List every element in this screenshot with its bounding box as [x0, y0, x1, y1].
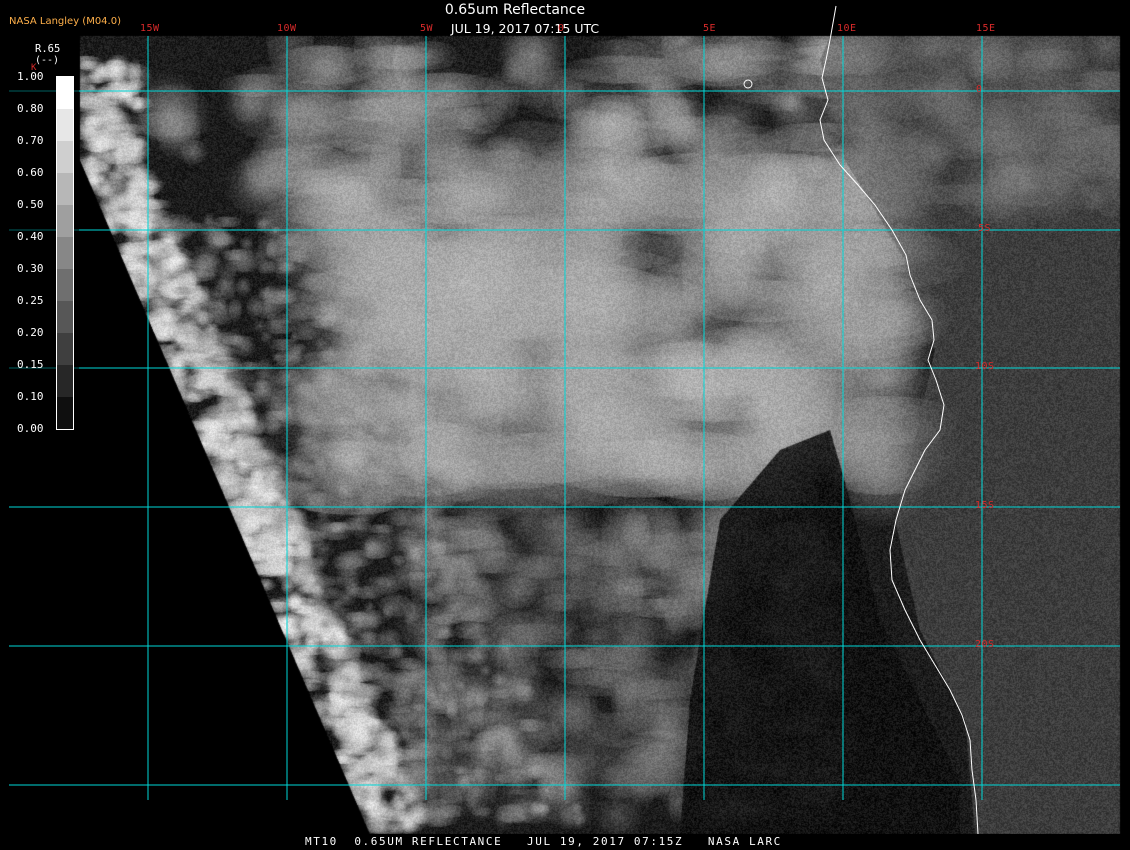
lon-label-0: 0	[558, 23, 565, 34]
colorbar-tick: 0.80	[17, 102, 44, 115]
lon-label-15w: 15W	[140, 23, 160, 34]
footer-caption: MT10 0.65UM REFLECTANCE JUL 19, 2017 07:…	[305, 835, 782, 848]
coastline	[819, 5, 979, 835]
colorbar-tick: 0.25	[17, 294, 44, 307]
colorbar-tick: 0.00	[17, 422, 44, 435]
lat-label-5s: 5S	[978, 223, 992, 234]
lon-label-10w: 10W	[277, 23, 297, 34]
lon-label-10e: 10E	[837, 23, 857, 34]
lat-label-10s: 10S	[975, 361, 995, 372]
colorbar-tick: 0.60	[17, 166, 44, 179]
lat-label-20s: 20S	[975, 639, 995, 650]
colorbar-tick: 0.30	[17, 262, 44, 275]
island-outline	[743, 79, 753, 89]
colorbar-tick: 0.70	[17, 134, 44, 147]
colorbar-title: R.65	[35, 43, 61, 55]
colorbar-unit: (--)	[35, 55, 60, 66]
colorbar-tick: 0.10	[17, 390, 44, 403]
colorbar-tick: 1.00	[17, 70, 44, 83]
colorbar-tick: 0.50	[17, 198, 44, 211]
lat-label-0: 0	[976, 84, 983, 95]
colorbar-tick: 0.20	[17, 326, 44, 339]
map-overlay	[9, 5, 1120, 835]
lon-label-5w: 5W	[420, 23, 434, 34]
colorbar-legend: R.65 (--) K 1.00 0.80 0.70 0.60 0.50 0.4…	[9, 38, 79, 440]
footer-bar: MT10 0.65UM REFLECTANCE JUL 19, 2017 07:…	[0, 834, 1130, 850]
lon-label-15e: 15E	[976, 23, 996, 34]
colorbar-tick: 0.40	[17, 230, 44, 243]
colorbar-tick: 0.15	[17, 358, 44, 371]
colorbar-gradient	[56, 76, 74, 430]
product-title: 0.65um Reflectance	[444, 2, 586, 18]
satellite-image-viewer: NASA Langley (M04.0) 0.65um Reflectance …	[0, 0, 1130, 850]
image-timestamp: JUL 19, 2017 07:15 UTC	[450, 21, 600, 36]
lat-label-15s: 15S	[975, 500, 995, 511]
lon-label-5e: 5E	[703, 23, 717, 34]
